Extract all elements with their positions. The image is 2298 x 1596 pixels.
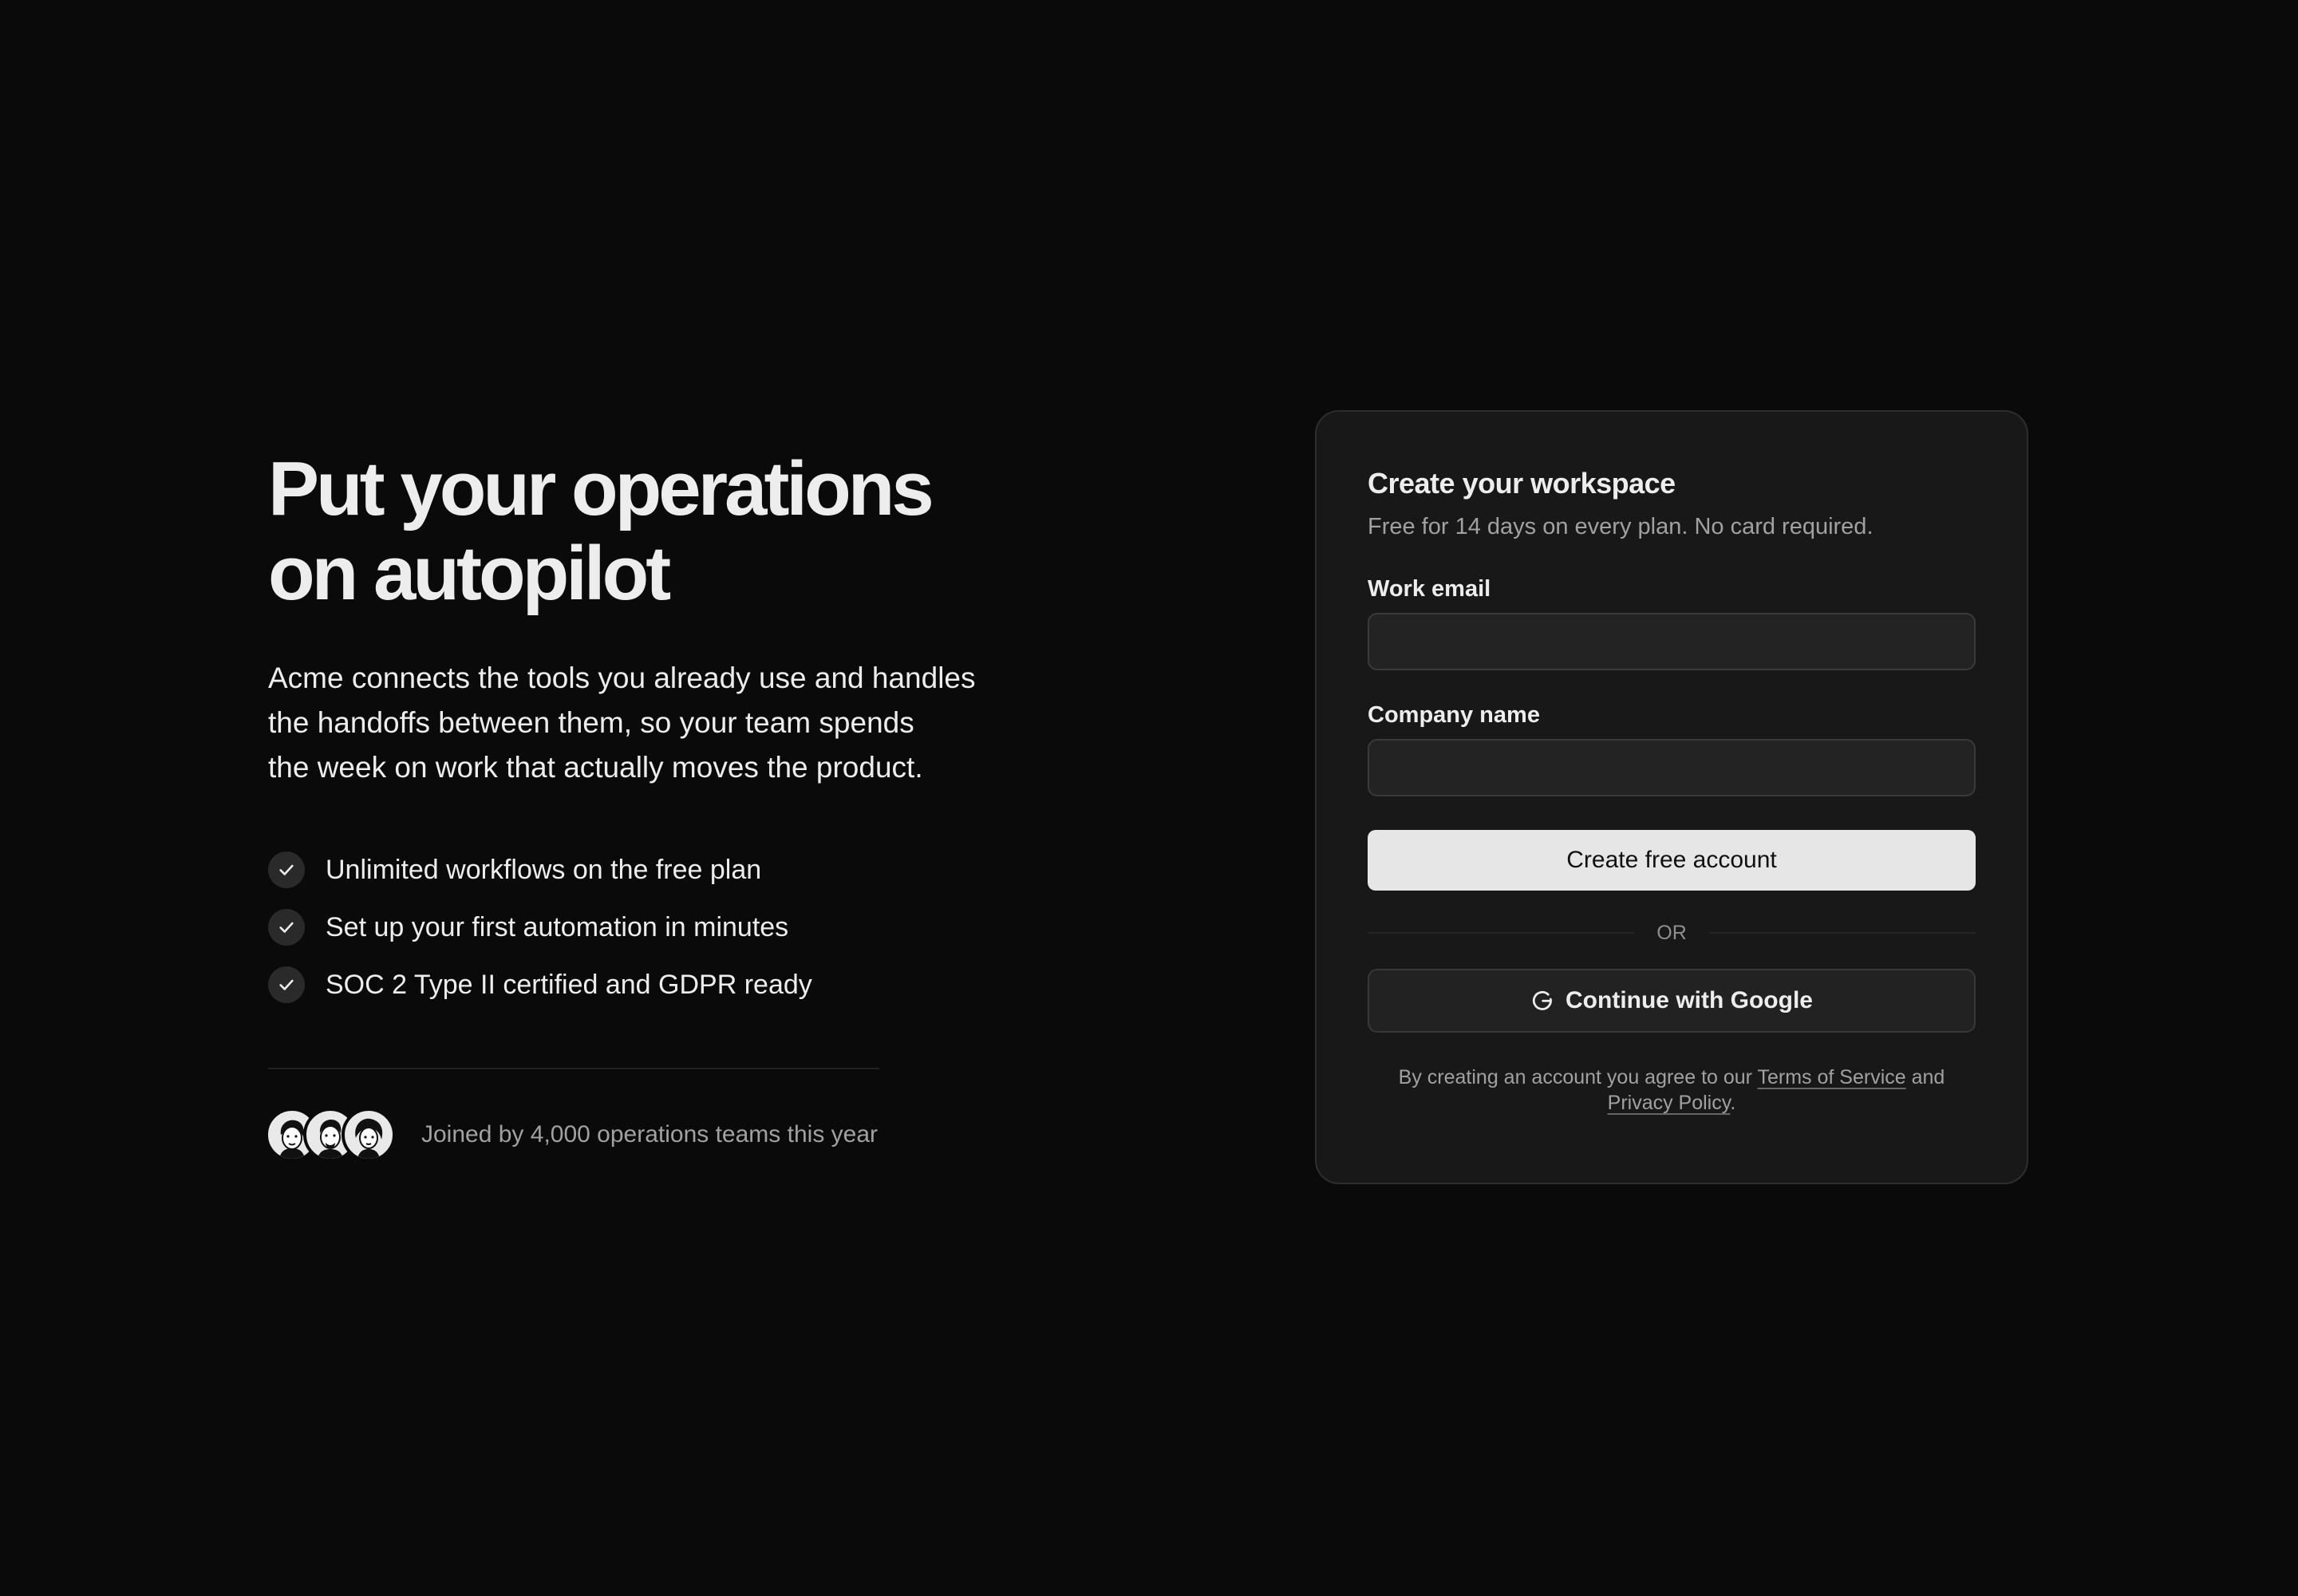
or-divider-label: OR — [1656, 921, 1687, 944]
google-icon — [1530, 989, 1554, 1013]
terms-of-service-link[interactable]: Terms of Service — [1758, 1066, 1906, 1088]
check-icon — [268, 909, 305, 946]
work-email-input[interactable] — [1368, 613, 1976, 670]
avatar — [342, 1108, 396, 1162]
privacy-policy-link[interactable]: Privacy Policy — [1608, 1092, 1731, 1114]
legal-suffix: . — [1730, 1092, 1736, 1114]
signup-card: Create your workspace Free for 14 days o… — [1315, 410, 2028, 1184]
card-subtitle: Free for 14 days on every plan. No card … — [1368, 514, 1874, 539]
feature-label: SOC 2 Type II certified and GDPR ready — [326, 969, 812, 1000]
hero-title: Put your operations on autopilot — [268, 446, 934, 616]
continue-with-google-button[interactable]: Continue with Google — [1368, 969, 1976, 1033]
or-divider-line — [1368, 932, 1635, 934]
or-divider-line — [1708, 932, 1976, 934]
legal-notice: By creating an account you agree to our … — [1368, 1065, 1976, 1116]
check-icon — [268, 851, 305, 888]
social-proof: Joined by 4,000 operations teams this ye… — [265, 1108, 1034, 1162]
feature-item: SOC 2 Type II certified and GDPR ready — [268, 956, 1034, 1013]
legal-prefix: By creating an account you agree to our — [1398, 1066, 1758, 1088]
check-icon — [268, 966, 305, 1003]
company-name-input[interactable] — [1368, 739, 1976, 796]
hero-section: Put your operations on autopilot Acme co… — [265, 446, 1034, 1162]
social-proof-text: Joined by 4,000 operations teams this ye… — [421, 1121, 879, 1148]
feature-item: Set up your first automation in minutes — [268, 899, 1034, 956]
hero-divider — [268, 1068, 879, 1069]
feature-item: Unlimited workflows on the free plan — [268, 841, 1034, 899]
work-email-label: Work email — [1368, 576, 1491, 602]
hero-description: Acme connects the tools you already use … — [268, 662, 976, 784]
company-name-label: Company name — [1368, 702, 1540, 728]
feature-label: Unlimited workflows on the free plan — [326, 854, 762, 885]
or-divider: OR — [1368, 921, 1976, 945]
card-title: Create your workspace — [1368, 467, 1676, 500]
create-account-button[interactable]: Create free account — [1368, 830, 1976, 891]
avatar-stack — [265, 1108, 396, 1162]
feature-label: Set up your first automation in minutes — [326, 911, 789, 942]
continue-with-google-label: Continue with Google — [1566, 987, 1813, 1013]
legal-middle: and — [1905, 1066, 1945, 1088]
feature-list: Unlimited workflows on the free plan Set… — [268, 841, 1034, 1013]
